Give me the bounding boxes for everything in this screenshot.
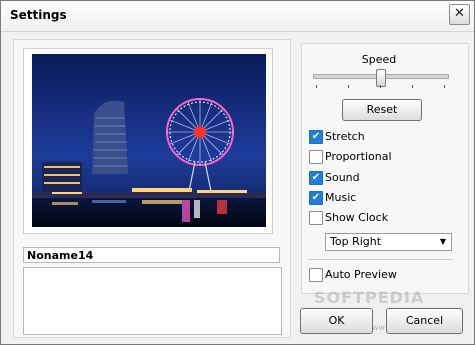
speed-label: Speed	[361, 53, 397, 66]
show-clock-label: Show Clock	[325, 211, 389, 224]
auto-preview-label: Auto Preview	[325, 268, 397, 281]
screensaver-name-field[interactable]: Noname14	[23, 247, 280, 263]
music-label: Music	[325, 191, 357, 204]
speed-tick	[444, 85, 445, 88]
reset-button[interactable]: Reset	[342, 99, 422, 121]
dropdown-arrow-icon: ▼	[439, 237, 446, 246]
speed-tick	[380, 85, 381, 88]
clock-position-value: Top Right	[330, 235, 382, 248]
ok-button[interactable]: OK	[300, 308, 373, 334]
title-bar[interactable]: Settings ✕	[1, 1, 474, 32]
cancel-button[interactable]: Cancel	[386, 308, 463, 334]
preview-image-frame	[23, 48, 273, 234]
speed-tick	[412, 85, 413, 88]
speed-slider-thumb[interactable]	[376, 69, 386, 87]
clock-position-select[interactable]: Top Right ▼	[325, 233, 452, 251]
proportional-label: Proportional	[325, 150, 392, 163]
divider	[308, 259, 453, 260]
speed-tick	[348, 85, 349, 88]
checkmark-icon: ✔	[309, 191, 323, 205]
watermark-text: SOFTPEDIA	[314, 288, 425, 307]
close-button[interactable]: ✕	[449, 4, 470, 25]
speed-tick	[316, 85, 317, 88]
checkbox-box	[309, 268, 323, 282]
checkbox-box	[309, 150, 323, 164]
description-field[interactable]	[23, 267, 282, 335]
window-title: Settings	[10, 8, 67, 22]
checkmark-icon: ✔	[309, 130, 323, 144]
checkbox-box	[309, 211, 323, 225]
preview-image	[32, 54, 266, 227]
sound-label: Sound	[325, 171, 360, 184]
checkmark-icon: ✔	[309, 171, 323, 185]
stretch-label: Stretch	[325, 130, 365, 143]
